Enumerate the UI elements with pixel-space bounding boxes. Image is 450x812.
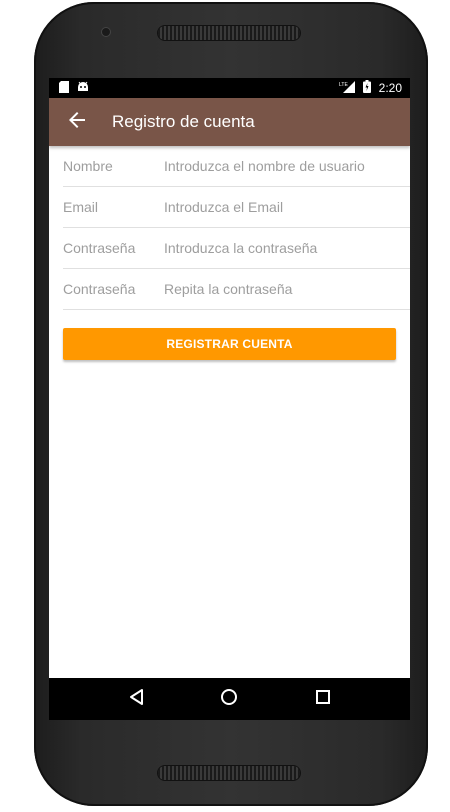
register-form: Nombre Email Contraseña Contraseña: [49, 146, 410, 310]
top-speaker: [158, 26, 300, 40]
password-field[interactable]: [164, 240, 410, 256]
field-label: Nombre: [63, 158, 113, 174]
form-row-nombre: Nombre: [63, 146, 410, 187]
register-account-button[interactable]: REGISTRAR CUENTA: [63, 328, 396, 360]
field-label: Email: [63, 199, 99, 215]
back-button[interactable]: [49, 98, 105, 146]
field-label: Contraseña: [63, 281, 136, 297]
status-right: LTE 2:20: [339, 80, 402, 96]
app-bar: Registro de cuenta: [49, 98, 410, 146]
status-left: [59, 80, 89, 96]
form-row-password: Contraseña: [63, 228, 410, 269]
network-type-label: LTE: [339, 82, 348, 88]
nav-back-button[interactable]: [116, 679, 156, 719]
nav-home-button[interactable]: [209, 679, 249, 719]
screen: LTE 2:20 Registro de cuenta Nombre Email: [49, 78, 410, 720]
password-repeat-field[interactable]: [164, 281, 410, 297]
bottom-speaker: [158, 766, 300, 780]
form-row-password-repeat: Contraseña: [63, 269, 410, 310]
android-icon: [77, 81, 89, 95]
status-bar: LTE 2:20: [49, 78, 410, 98]
field-label: Contraseña: [63, 240, 136, 256]
triangle-back-icon: [128, 688, 144, 711]
nav-recents-button[interactable]: [303, 679, 343, 719]
form-row-email: Email: [63, 187, 410, 228]
circle-home-icon: [220, 688, 238, 711]
username-field[interactable]: [164, 158, 410, 174]
status-time: 2:20: [378, 81, 402, 95]
sd-card-icon: [59, 80, 69, 96]
front-camera: [102, 28, 110, 36]
page-title: Registro de cuenta: [112, 112, 255, 131]
email-field[interactable]: [164, 199, 410, 215]
square-recents-icon: [315, 689, 331, 710]
navigation-bar: [49, 678, 410, 720]
signal-icon: LTE: [339, 80, 355, 96]
arrow-left-icon: [69, 111, 85, 133]
battery-icon: [362, 80, 371, 96]
